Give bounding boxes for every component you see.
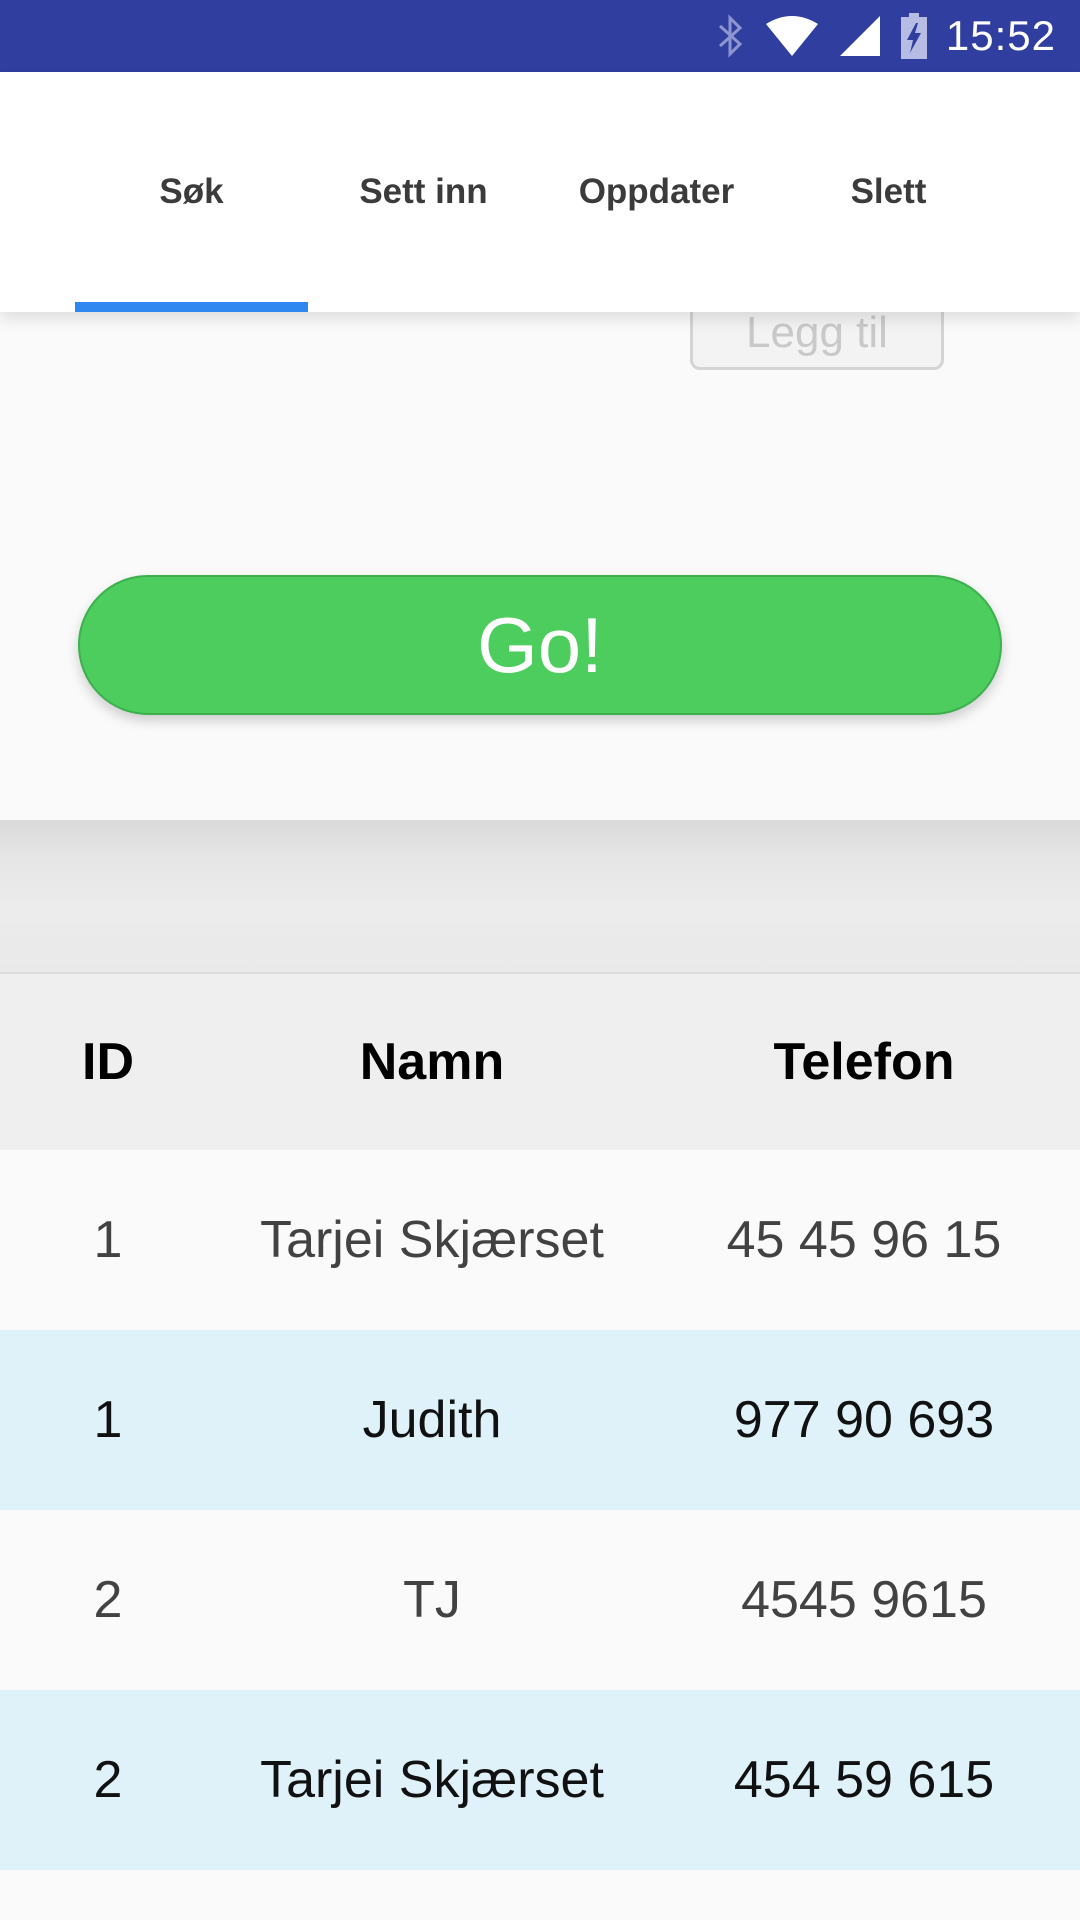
cell-name: Tarjei Skjærset	[260, 1211, 604, 1269]
go-button[interactable]: Go!	[78, 575, 1002, 715]
status-bar: 15:52	[0, 0, 1080, 72]
bluetooth-icon	[716, 14, 746, 58]
cell-phone: 4545 9615	[741, 1571, 987, 1629]
cell-name: Judith	[362, 1391, 502, 1449]
tab-selected-indicator	[75, 302, 308, 312]
table-row[interactable]: 1 Judith 977 90 693	[0, 1330, 1080, 1510]
cell-name: Tarjei Skjærset	[260, 1751, 604, 1809]
tab-search[interactable]: Søk	[75, 72, 308, 312]
results-table: ID Namn Telefon 1 Tarjei Skjærset 45 45 …	[0, 972, 1080, 1870]
cell-id: 2	[93, 1571, 123, 1629]
tab-delete[interactable]: Slett	[772, 72, 1005, 312]
table-row[interactable]: 1 Tarjei Skjærset 45 45 96 15	[0, 1150, 1080, 1330]
wifi-icon	[764, 14, 820, 58]
signal-icon	[838, 14, 882, 58]
cell-id: 1	[93, 1391, 123, 1449]
header-name: Namn	[359, 1033, 505, 1091]
cell-name: TJ	[403, 1571, 461, 1629]
status-time: 15:52	[945, 12, 1056, 59]
tab-insert[interactable]: Sett inn	[307, 72, 540, 312]
table-header: ID Namn Telefon	[0, 972, 1080, 1150]
battery-charging-icon	[900, 13, 928, 59]
cell-phone: 977 90 693	[733, 1391, 995, 1449]
header-phone: Telefon	[773, 1033, 955, 1091]
divider-band	[0, 820, 1080, 972]
tab-bar: Søk Sett inn Oppdater Slett	[0, 72, 1080, 312]
table-row[interactable]: 2 TJ 4545 9615	[0, 1510, 1080, 1690]
cell-id: 2	[93, 1751, 123, 1809]
table-row[interactable]: 2 Tarjei Skjærset 454 59 615	[0, 1690, 1080, 1870]
cell-phone: 454 59 615	[733, 1751, 995, 1809]
status-icons: 15:52	[716, 0, 1056, 72]
header-id: ID	[82, 1033, 134, 1091]
cell-id: 1	[93, 1211, 123, 1269]
cell-phone: 45 45 96 15	[726, 1211, 1002, 1269]
tab-update[interactable]: Oppdater	[540, 72, 773, 312]
